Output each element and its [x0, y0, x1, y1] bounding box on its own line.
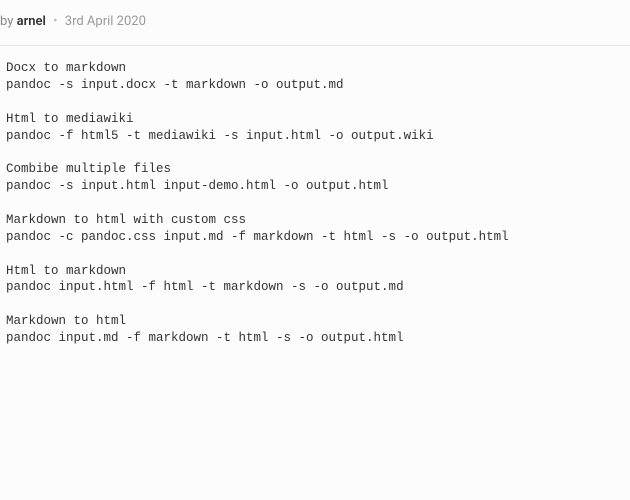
by-prefix: by: [0, 14, 17, 29]
code-block: Docx to markdown pandoc -s input.docx -t…: [0, 60, 630, 347]
post-date: 3rd April 2020: [65, 14, 146, 29]
bullet-separator: •: [53, 14, 57, 29]
author-link[interactable]: arnel: [17, 14, 46, 29]
post-byline: by arnel • 3rd April 2020: [0, 0, 630, 46]
